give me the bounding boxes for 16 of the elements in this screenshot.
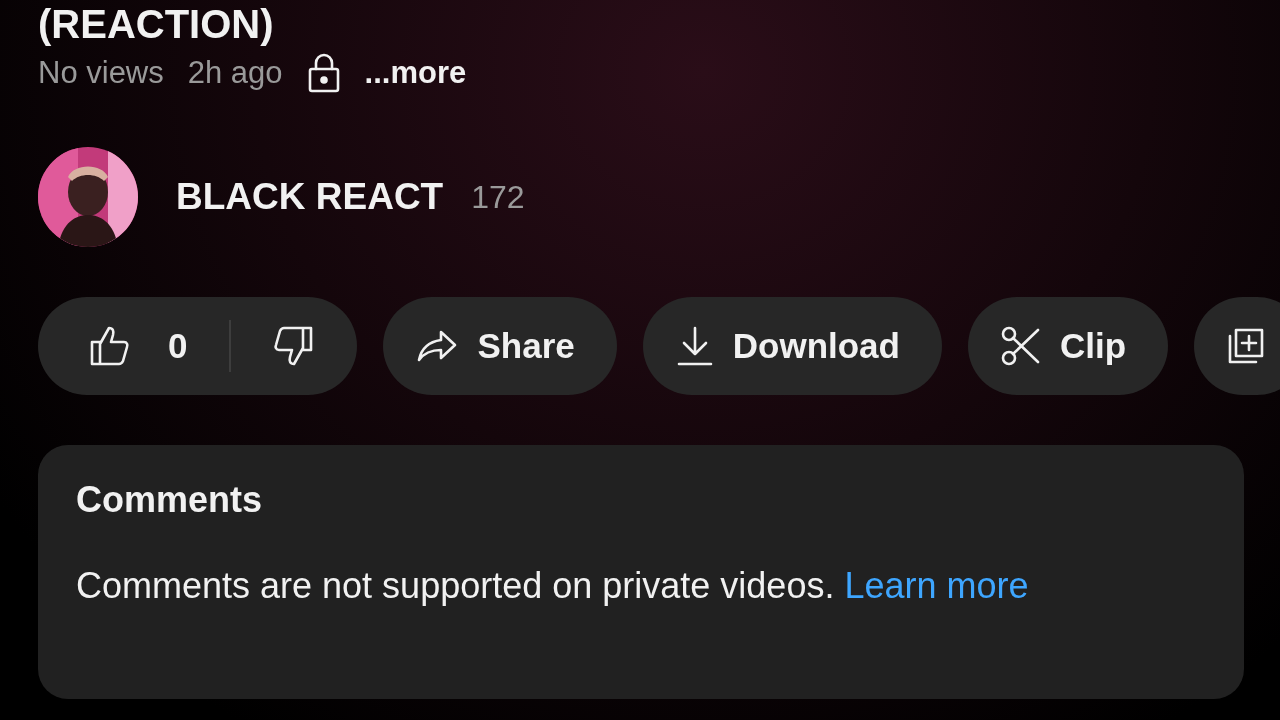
lock-icon: [306, 53, 341, 93]
upload-time: 2h ago: [187, 55, 283, 91]
comments-message: Comments are not supported on private videos. Learn more: [76, 564, 1030, 608]
clip-button[interactable]: Clip: [967, 297, 1169, 395]
view-count: No views: [38, 55, 164, 91]
video-title: (REACTION): [38, 2, 274, 46]
more-link[interactable]: ...more: [364, 55, 467, 91]
subscriber-count: 172: [471, 178, 525, 216]
channel-name[interactable]: BLACK REACT: [176, 176, 444, 218]
share-button[interactable]: Share: [383, 297, 617, 395]
download-button[interactable]: Download: [642, 297, 942, 395]
learn-more-link[interactable]: Learn more: [844, 565, 1029, 606]
like-button[interactable]: 0: [86, 297, 188, 395]
comments-heading: Comments: [76, 479, 264, 521]
save-button[interactable]: [1194, 297, 1280, 395]
scissors-icon: [999, 325, 1042, 367]
